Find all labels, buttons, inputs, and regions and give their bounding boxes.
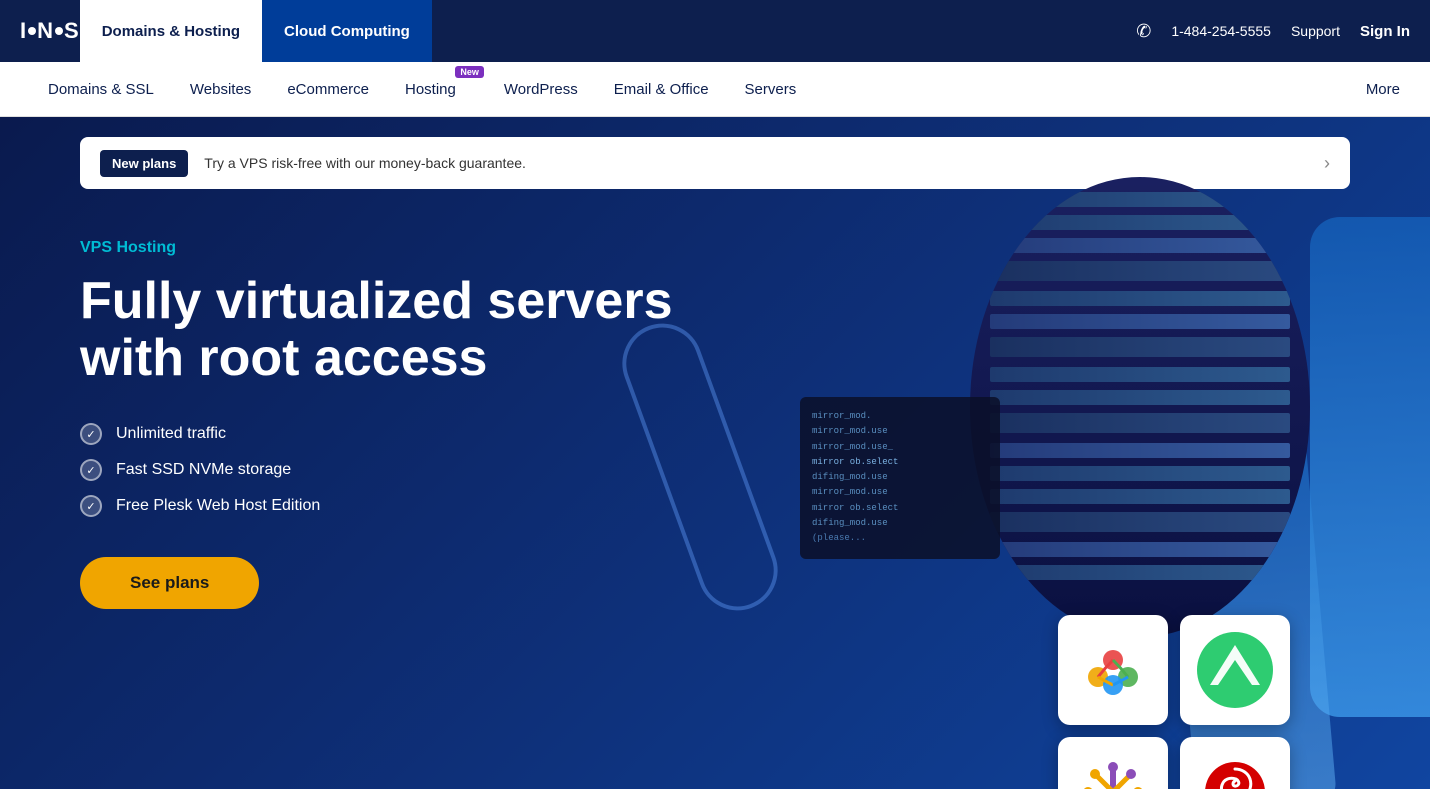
miro-icon	[1078, 635, 1148, 705]
feature-item: ✓ Unlimited traffic	[80, 423, 1350, 445]
phone-icon: ✆	[1136, 21, 1151, 42]
check-icon: ✓	[80, 423, 102, 445]
hero-content: VPS Hosting Fully virtualized servers wi…	[0, 189, 1430, 609]
signin-link[interactable]: Sign In	[1360, 23, 1410, 40]
top-nav-right: ✆ 1-484-254-5555 Support Sign In	[1136, 21, 1410, 42]
phone-number[interactable]: 1-484-254-5555	[1171, 23, 1271, 39]
hero-section: New plans Try a VPS risk-free with our m…	[0, 117, 1430, 789]
sidebar-item-hosting[interactable]: Hosting New	[387, 62, 486, 117]
sidebar-item-wordpress[interactable]: WordPress	[486, 62, 596, 117]
sidebar-item-domains-ssl[interactable]: Domains & SSL	[30, 62, 172, 117]
tab-cloud-computing[interactable]: Cloud Computing	[262, 0, 432, 62]
chevron-right-icon: ›	[1324, 153, 1330, 174]
more-link[interactable]: More	[1366, 81, 1400, 98]
top-nav-tabs: Domains & Hosting Cloud Computing	[80, 0, 432, 62]
sidebar-item-servers[interactable]: Servers	[727, 62, 815, 117]
banner-text: Try a VPS risk-free with our money-back …	[204, 155, 1324, 171]
tab-domains-hosting[interactable]: Domains & Hosting	[80, 0, 262, 62]
feature-item: ✓ Fast SSD NVMe storage	[80, 459, 1350, 481]
app-card-miro	[1058, 615, 1168, 725]
new-badge: New	[455, 66, 484, 78]
top-nav: INS Domains & Hosting Cloud Computing ✆ …	[0, 0, 1430, 62]
feature-list: ✓ Unlimited traffic ✓ Fast SSD NVMe stor…	[80, 423, 1350, 517]
logo[interactable]: INS	[20, 18, 80, 44]
banner-tag: New plans	[100, 150, 188, 177]
hero-title: Fully virtualized servers with root acce…	[80, 273, 740, 387]
app-card-debian	[1180, 737, 1290, 789]
second-nav: Domains & SSL Websites eCommerce Hosting…	[0, 62, 1430, 117]
sidebar-item-websites[interactable]: Websites	[172, 62, 269, 117]
app-cards-area	[1058, 615, 1290, 789]
see-plans-button[interactable]: See plans	[80, 557, 259, 609]
plesk-icon	[1078, 757, 1148, 789]
app-card-plesk	[1058, 737, 1168, 789]
sidebar-item-email-office[interactable]: Email & Office	[596, 62, 727, 117]
check-icon: ✓	[80, 495, 102, 517]
second-nav-items: Domains & SSL Websites eCommerce Hosting…	[30, 62, 814, 117]
support-link[interactable]: Support	[1291, 23, 1340, 39]
app-card-caret	[1180, 615, 1290, 725]
debian-icon	[1200, 757, 1270, 789]
feature-item: ✓ Free Plesk Web Host Edition	[80, 495, 1350, 517]
caret-icon	[1190, 625, 1280, 715]
sidebar-item-ecommerce[interactable]: eCommerce	[269, 62, 387, 117]
check-icon: ✓	[80, 459, 102, 481]
vps-label: VPS Hosting	[80, 239, 1350, 257]
